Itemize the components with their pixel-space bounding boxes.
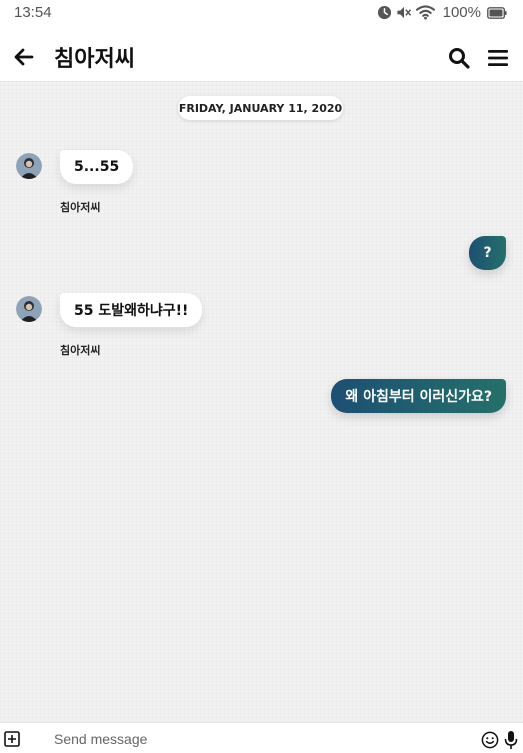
- wifi-icon: [415, 5, 435, 20]
- chat-title: 침아저씨: [54, 47, 135, 72]
- add-attachment-icon[interactable]: [4, 731, 20, 747]
- message-composer: [0, 722, 523, 753]
- microphone-icon[interactable]: [504, 730, 518, 750]
- status-time: 13:54: [14, 4, 52, 21]
- avatar[interactable]: [16, 296, 42, 322]
- avatar-image: [16, 296, 42, 322]
- emoji-icon[interactable]: [481, 731, 499, 749]
- avatar-image: [16, 153, 42, 179]
- message-text: 5...55: [74, 159, 120, 175]
- status-bar: 13:54 100%: [0, 0, 523, 28]
- back-arrow-icon[interactable]: [12, 45, 36, 69]
- message-bubble-outgoing[interactable]: ?: [469, 236, 506, 270]
- message-bubble-incoming[interactable]: 55 도발왜하냐구!!: [60, 293, 203, 327]
- message-input[interactable]: [44, 727, 464, 751]
- chat-screen: 13:54 100% 침아저씨 FRIDAY, JANUARY 11, 2020…: [0, 0, 523, 753]
- menu-icon[interactable]: [487, 47, 509, 69]
- alarm-icon: [377, 5, 391, 20]
- message-text: 왜 아침부터 이러신가요?: [345, 389, 492, 405]
- battery-percent: 100%: [442, 4, 481, 21]
- app-bar: 침아저씨: [0, 28, 523, 82]
- battery-icon: [487, 6, 507, 19]
- avatar[interactable]: [16, 153, 42, 179]
- message-text: ?: [483, 245, 492, 261]
- mute-icon: [397, 6, 411, 19]
- status-icons: 100%: [377, 4, 507, 21]
- message-bubble-incoming[interactable]: 5...55: [60, 150, 134, 184]
- message-bubble-outgoing[interactable]: 왜 아침부터 이러신가요?: [331, 379, 506, 413]
- search-icon[interactable]: [447, 46, 471, 70]
- date-separator: FRIDAY, JANUARY 11, 2020: [178, 96, 343, 120]
- message-text: 55 도발왜하냐구!!: [74, 303, 189, 319]
- sender-name: 침아저씨: [60, 201, 101, 214]
- sender-name: 침아저씨: [60, 344, 101, 357]
- chat-messages-area[interactable]: FRIDAY, JANUARY 11, 2020 5...55 침아저씨 ? 5…: [0, 82, 523, 722]
